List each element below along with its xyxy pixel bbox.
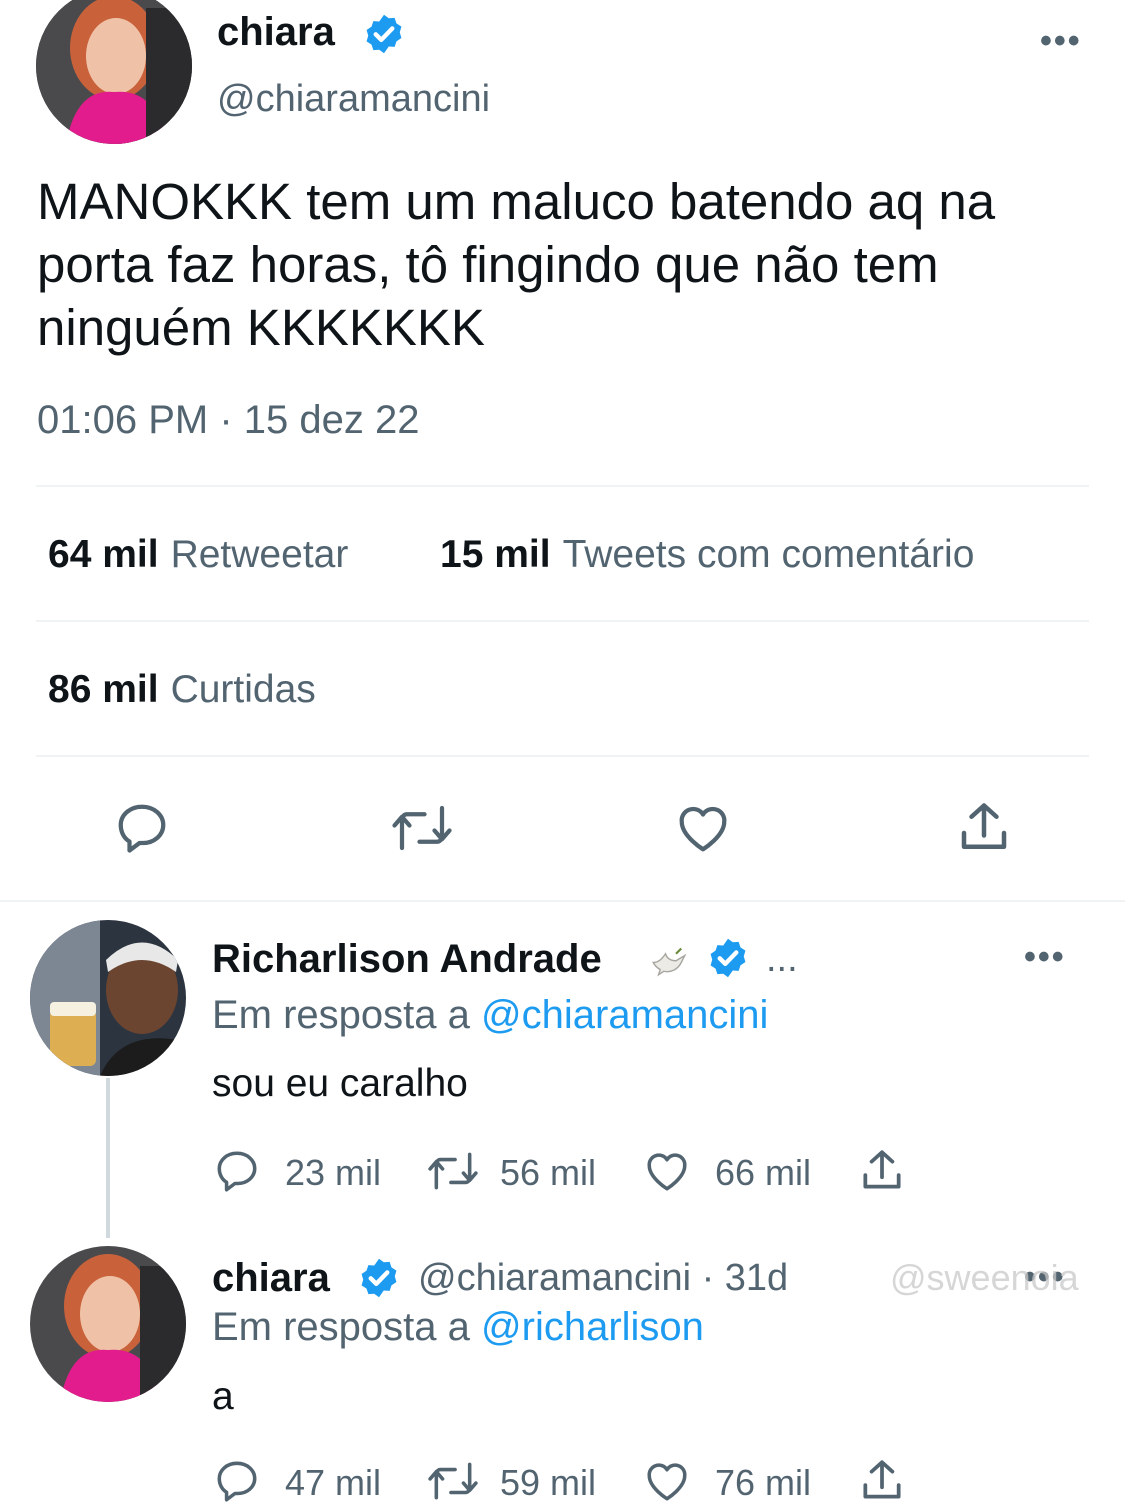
like-icon[interactable] — [673, 798, 733, 863]
more-options-icon[interactable]: ••• — [1040, 22, 1082, 61]
verified-badge-icon — [357, 1256, 401, 1305]
thread-line — [106, 1078, 110, 1238]
reply-author-name[interactable]: chiara — [212, 1256, 330, 1301]
like-count: 76 mil — [715, 1462, 812, 1503]
reply-icon[interactable] — [212, 1456, 262, 1511]
share-icon[interactable] — [857, 1146, 907, 1201]
divider — [0, 900, 1125, 902]
watermark: @sweenoia — [890, 1257, 1079, 1298]
reply-count: 23 mil — [285, 1152, 382, 1193]
more-options-icon[interactable]: ••• — [1024, 938, 1066, 977]
divider — [36, 485, 1089, 487]
quotes-count: 15 mil — [440, 533, 551, 576]
tweet-text: MANOKKK tem um maluco batendo aq na port… — [37, 173, 996, 356]
likes-count: 86 mil — [48, 668, 159, 711]
retweet-icon[interactable] — [388, 798, 456, 863]
verified-badge-icon — [362, 12, 406, 61]
retweet-count: 56 mil — [500, 1152, 597, 1193]
likes-stat[interactable]: 86 mil Curtidas — [48, 668, 316, 712]
retweets-stat[interactable]: 64 mil Retweetar — [48, 533, 348, 577]
reply-author-handle-truncated[interactable]: ... — [766, 938, 798, 981]
reply-avatar[interactable] — [30, 1246, 186, 1402]
share-icon[interactable] — [954, 798, 1014, 863]
divider — [36, 620, 1089, 622]
reply-icon[interactable] — [212, 1146, 262, 1201]
retweets-label: Retweetar — [170, 533, 349, 576]
tweet-timestamp[interactable]: 01:06 PM · 15 dez 22 — [37, 398, 419, 443]
reply-icon[interactable] — [112, 798, 172, 863]
reply-author-handle[interactable]: @chiaramancini · 31d — [418, 1257, 788, 1300]
like-count: 66 mil — [715, 1152, 812, 1193]
reply-text: sou eu caralho — [212, 1062, 468, 1105]
reply-count: 47 mil — [285, 1462, 382, 1503]
like-icon[interactable] — [642, 1456, 692, 1511]
quotes-stat[interactable]: 15 mil Tweets com comentário — [440, 533, 974, 577]
share-icon[interactable] — [857, 1456, 907, 1511]
author-avatar[interactable] — [36, 0, 192, 144]
reply-avatar[interactable] — [30, 920, 186, 1076]
retweets-count: 64 mil — [48, 533, 159, 576]
verified-badge-icon — [706, 936, 750, 985]
reply-text: a — [212, 1375, 234, 1418]
dove-emoji-icon — [648, 938, 690, 985]
reply-to-mention[interactable]: @chiaramancini — [481, 993, 768, 1037]
author-name[interactable]: chiara — [217, 10, 335, 55]
quotes-label: Tweets com comentário — [562, 533, 975, 576]
divider — [36, 755, 1089, 757]
retweet-icon[interactable] — [424, 1146, 482, 1201]
reply-to-prefix: Em resposta a — [212, 993, 470, 1037]
replying-to: Em resposta a @chiaramancini — [212, 993, 768, 1038]
replying-to: Em resposta a @richarlison — [212, 1305, 704, 1350]
like-icon[interactable] — [642, 1146, 692, 1201]
author-handle[interactable]: @chiaramancini — [217, 78, 490, 121]
reply-to-mention[interactable]: @richarlison — [481, 1305, 704, 1349]
reply-author-name[interactable]: Richarlison Andrade — [212, 937, 602, 982]
retweet-count: 59 mil — [500, 1462, 597, 1503]
likes-label: Curtidas — [170, 668, 316, 711]
retweet-icon[interactable] — [424, 1456, 482, 1511]
reply-to-prefix: Em resposta a — [212, 1305, 470, 1349]
